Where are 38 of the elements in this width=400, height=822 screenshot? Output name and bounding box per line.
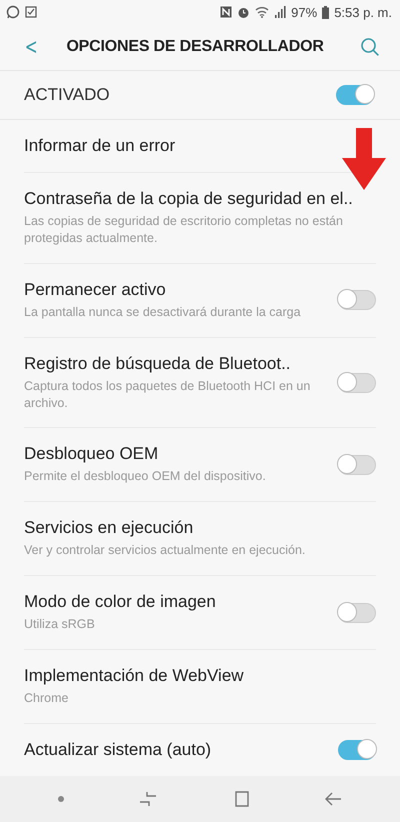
setting-title[interactable]: Permanecer activo — [24, 280, 326, 300]
dot-icon[interactable] — [58, 796, 64, 802]
battery-icon — [322, 6, 330, 18]
home-icon[interactable] — [232, 791, 249, 807]
master-switch-label: ACTIVADO — [24, 85, 110, 105]
setting-description: Permite el desbloqueo OEM del dispositivo. — [24, 468, 267, 486]
toggle-switch[interactable] — [336, 85, 374, 105]
nfc-icon — [220, 6, 232, 18]
setting-title[interactable]: Implementación de WebView — [24, 666, 376, 686]
toggle-switch[interactable] — [338, 372, 376, 392]
toggle-switch[interactable] — [338, 290, 376, 310]
wifi-icon — [255, 6, 270, 18]
signal-icon — [274, 6, 286, 18]
setting-title[interactable]: Contraseña de la copia de seguridad en el.. — [24, 189, 376, 209]
back-icon[interactable] — [324, 791, 342, 807]
checkbox-icon — [25, 6, 37, 18]
setting-description: Las copias de seguridad de escritorio completas no están protegidas actualmente. — [24, 213, 344, 247]
toggle-switch[interactable] — [338, 602, 376, 623]
setting-description: Captura todos los paquetes de Bluetooth HCI en un archivo. — [24, 378, 312, 412]
setting-title[interactable]: Servicios en ejecución — [24, 518, 376, 538]
setting-title[interactable]: Modo de color de imagen — [24, 592, 326, 612]
setting-description: Ver y controlar servicios actualmente en ejecución. — [24, 542, 306, 560]
toggle-switch[interactable] — [338, 454, 376, 475]
setting-description: La pantalla nunca se desactivará durante la carga — [24, 304, 302, 321]
arrow-annotation — [342, 128, 386, 190]
setting-description: Utiliza sRGB — [24, 616, 96, 633]
clock: 5:53 p. m. — [334, 4, 392, 20]
alarm-icon — [237, 6, 250, 18]
recent-apps-icon[interactable] — [139, 791, 158, 807]
toggle-switch[interactable] — [338, 740, 376, 760]
setting-description: Chrome — [24, 690, 70, 707]
setting-title[interactable]: Desbloqueo OEM — [24, 444, 326, 464]
screen-title: OPCIONES DE DESARROLLADOR — [66, 38, 325, 56]
battery-percentage: 97% — [291, 4, 318, 20]
search-icon[interactable] — [360, 37, 380, 57]
setting-title[interactable]: Actualizar sistema (auto) — [24, 740, 326, 760]
setting-title[interactable]: Informar de un error — [24, 136, 376, 156]
setting-title[interactable]: Registro de búsqueda de Bluetoot.. — [24, 354, 326, 374]
